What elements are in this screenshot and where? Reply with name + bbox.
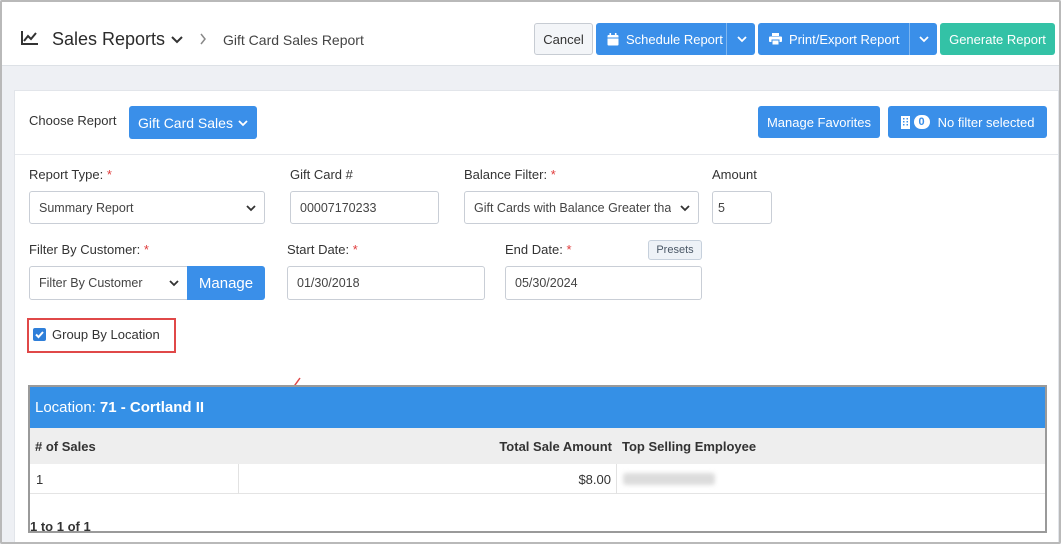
filter-count-badge: 0 [913,115,930,129]
filter-label: No filter selected [937,114,1035,130]
printer-icon [769,33,782,45]
amount-input[interactable]: 5 [712,191,772,224]
divider [15,154,1058,155]
chevron-down-icon[interactable] [919,35,929,43]
building-icon [900,115,910,129]
balance-filter-select[interactable]: Gift Cards with Balance Greater tha [464,191,699,224]
line-chart-icon [21,31,38,45]
balance-filter-value: Gift Cards with Balance Greater tha [474,200,672,215]
pagination-summary: 1 to 1 of 1 [30,519,91,533]
print-export-button[interactable]: Print/Export Report [758,23,937,55]
breadcrumb-separator-icon [200,33,206,45]
generate-report-button[interactable]: Generate Report [940,23,1055,55]
cancel-label: Cancel [543,31,584,47]
location-header: Location: 71 - Cortland II [30,387,1045,428]
gift-card-value: 00007170233 [300,200,377,215]
manage-favorites-label: Manage Favorites [766,114,872,130]
checkmark-icon [35,331,44,339]
customer-filter-select[interactable]: Filter By Customer [29,266,188,300]
cell-sales: 1 [36,472,44,487]
chevron-down-icon[interactable] [737,35,747,43]
cancel-button[interactable]: Cancel [534,23,593,55]
amount-value: 5 [718,200,725,215]
breadcrumb-current: Gift Card Sales Report [223,32,364,48]
print-label: Print/Export Report [789,31,900,47]
end-date-value: 05/30/2024 [515,276,578,290]
manage-favorites-button[interactable]: Manage Favorites [758,106,880,138]
table-header: # of Sales Total Sale Amount Top Selling… [30,428,1045,464]
group-by-location-label: Group By Location [52,327,160,342]
cell-employee-redacted [623,473,715,485]
customer-filter-value: Filter By Customer [39,276,143,290]
start-date-value: 01/30/2018 [297,276,360,290]
report-select-label: Gift Card Sales [138,114,233,131]
end-date-label: End Date: * [505,242,572,257]
schedule-label: Schedule Report [626,31,723,47]
report-type-label: Report Type: * [29,167,112,182]
calendar-icon [607,32,619,45]
filter-button[interactable]: 0 No filter selected [888,106,1047,138]
column-header-amount[interactable]: Total Sale Amount [499,439,612,454]
report-type-value: Summary Report [39,200,134,215]
gift-card-label: Gift Card # [290,167,353,182]
balance-filter-label: Balance Filter: * [464,167,556,182]
schedule-report-button[interactable]: Schedule Report [596,23,755,55]
manage-customer-button[interactable]: Manage [187,266,265,300]
chevron-down-icon [680,205,690,212]
report-select-button[interactable]: Gift Card Sales [129,106,257,139]
group-by-location-checkbox[interactable] [33,328,46,341]
column-header-employee[interactable]: Top Selling Employee [622,439,756,454]
manage-label: Manage [198,274,254,292]
page-title: Sales Reports [52,29,166,49]
column-header-sales[interactable]: # of Sales [35,439,96,454]
chevron-down-icon[interactable] [170,34,184,46]
chevron-down-icon [238,119,248,126]
customer-filter-label: Filter By Customer: * [29,242,149,257]
end-date-input[interactable]: 05/30/2024 [505,266,702,300]
table-row: 1 $8.00 [30,464,1045,494]
generate-label: Generate Report [949,31,1046,47]
start-date-label: Start Date: * [287,242,358,257]
chevron-down-icon [246,205,256,212]
report-type-select[interactable]: Summary Report [29,191,265,224]
presets-button[interactable]: Presets [648,240,702,260]
presets-label: Presets [656,244,694,256]
location-prefix: Location: [35,399,96,416]
location-name: 71 - Cortland II [99,399,205,416]
start-date-input[interactable]: 01/30/2018 [287,266,485,300]
gift-card-input[interactable]: 00007170233 [290,191,439,224]
choose-report-label: Choose Report [29,113,117,128]
location-results: Location: 71 - Cortland II # of Sales To… [28,385,1047,533]
cell-amount: $8.00 [578,472,611,487]
chevron-down-icon [169,280,179,287]
amount-label: Amount [712,167,757,182]
